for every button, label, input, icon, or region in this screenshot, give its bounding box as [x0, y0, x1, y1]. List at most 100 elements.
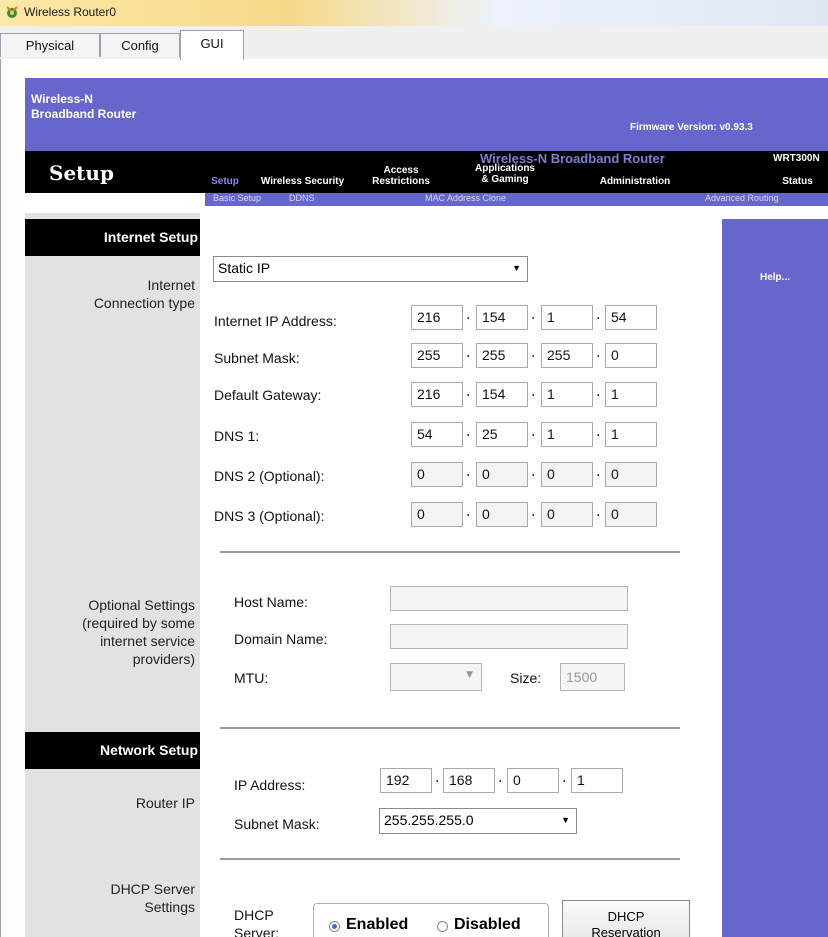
ip-octet-input[interactable]: 1 — [541, 305, 593, 330]
brand-line-1: Wireless-N — [31, 92, 93, 106]
connection-type-label: Internet Connection type — [25, 276, 195, 312]
ip-dot-separator: . — [596, 504, 601, 520]
ip-octet-input[interactable]: 154 — [476, 382, 528, 407]
ip-dot-separator: . — [596, 345, 601, 361]
optional-line1: Optional Settings — [88, 597, 195, 613]
ip-octet-input[interactable]: 1 — [605, 422, 657, 447]
nav-access-line2: Restrictions — [372, 176, 430, 187]
firmware-version: Firmware Version: v0.93.3 — [630, 122, 753, 133]
ip-octet-input[interactable]: 0 — [476, 502, 528, 527]
brand-line-2: Broadband Router — [31, 107, 137, 121]
ip-octet-input[interactable]: 25 — [476, 422, 528, 447]
dhcp-disabled-label[interactable]: Disabled — [454, 916, 521, 934]
connection-type-select[interactable]: Static IP ▼ — [213, 256, 528, 282]
tab-physical[interactable]: Physical — [0, 33, 100, 57]
ip-octet-input[interactable]: 1 — [605, 382, 657, 407]
dhcp-server-settings-label: DHCP Server Settings — [25, 880, 195, 916]
ip-dot-separator: . — [466, 504, 471, 520]
router-subnet-mask-select[interactable]: 255.255.255.0 ▼ — [379, 808, 577, 834]
router-ip-octet-input[interactable]: 192 — [380, 768, 432, 793]
router-ip-octet-input[interactable]: 168 — [443, 768, 495, 793]
connection-type-value: Static IP — [218, 260, 271, 276]
ip-octet-input[interactable]: 255 — [541, 343, 593, 368]
dhcp-disabled-radio[interactable] — [437, 921, 448, 932]
dhcp-server-line1: DHCP — [234, 907, 274, 923]
router-subnet-mask-label: Subnet Mask: — [234, 816, 320, 832]
tab-config[interactable]: Config — [100, 33, 180, 57]
help-link[interactable]: Help... — [760, 272, 790, 283]
nav-apps-line2: & Gaming — [481, 174, 529, 185]
subnav-basic-setup[interactable]: Basic Setup — [213, 193, 261, 203]
subnav-advanced-routing[interactable]: Advanced Routing — [705, 193, 779, 203]
ip-octet-input[interactable]: 0 — [476, 462, 528, 487]
ip-octet-input[interactable]: 0 — [605, 502, 657, 527]
nav-applications-gaming[interactable]: Applications & Gaming — [455, 163, 555, 185]
nav-access-restrictions[interactable]: Access Restrictions — [365, 165, 437, 187]
ip-octet-input[interactable]: 54 — [411, 422, 463, 447]
size-label: Size: — [510, 670, 542, 686]
ip-octet-input[interactable]: 255 — [476, 343, 528, 368]
mtu-size-input[interactable]: 1500 — [560, 663, 625, 691]
reservation-line1: DHCP — [607, 909, 645, 924]
ip-octet-input[interactable]: 0 — [411, 462, 463, 487]
dns1-label: DNS 1: — [214, 428, 260, 444]
ip-dot-separator: . — [562, 770, 567, 786]
ip-octet-input[interactable]: 0 — [541, 462, 593, 487]
nav-setup[interactable]: Setup — [205, 176, 245, 187]
ip-octet-input[interactable]: 255 — [411, 343, 463, 368]
ip-octet-input[interactable]: 54 — [605, 305, 657, 330]
mtu-label: MTU: — [234, 670, 269, 686]
nav-wireless-security[interactable]: Wireless Security — [245, 176, 360, 187]
ip-octet-input[interactable]: 0 — [411, 502, 463, 527]
ip-octet-input[interactable]: 0 — [541, 502, 593, 527]
dns2-label: DNS 2 (Optional): — [214, 468, 325, 484]
ip-octet-input[interactable]: 216 — [411, 382, 463, 407]
ip-octet-input[interactable]: 0 — [605, 462, 657, 487]
domain-name-input[interactable] — [390, 624, 628, 649]
connection-label-line2: Connection type — [93, 295, 195, 311]
dhcp-server-label: DHCP Server: — [234, 906, 279, 937]
ip-octet-input[interactable]: 154 — [476, 305, 528, 330]
nav-access-line1: Access — [383, 165, 419, 176]
brand-name: Wireless-N Broadband Router — [31, 92, 136, 122]
nav-administration[interactable]: Administration — [585, 176, 685, 187]
ip-dot-separator: . — [596, 307, 601, 323]
ip-dot-separator: . — [466, 384, 471, 400]
dns3-label: DNS 3 (Optional): — [214, 508, 325, 524]
ip-dot-separator: . — [531, 345, 536, 361]
nav-status[interactable]: Status — [770, 176, 825, 187]
ip-octet-input[interactable]: 1 — [541, 382, 593, 407]
ip-octet-input[interactable]: 1 — [541, 422, 593, 447]
ip-octet-input[interactable]: 0 — [605, 343, 657, 368]
subnav-mac-clone[interactable]: MAC Address Clone — [425, 193, 506, 203]
router-ip-octet-input[interactable]: 0 — [507, 768, 559, 793]
ip-dot-separator: . — [596, 384, 601, 400]
mtu-select[interactable]: ▼ — [390, 663, 482, 691]
ip-dot-separator: . — [531, 424, 536, 440]
separator — [220, 727, 680, 729]
ip-octet-input[interactable]: 216 — [411, 305, 463, 330]
dropdown-arrow-icon: ▼ — [561, 815, 570, 825]
host-name-input[interactable] — [390, 586, 628, 611]
window-title-bar: Wireless Router0 — [0, 0, 828, 27]
ip-dot-separator: . — [531, 464, 536, 480]
ip-dot-separator: . — [596, 424, 601, 440]
internet-setup-heading: Internet Setup — [25, 219, 200, 256]
optional-line3: internet service — [100, 633, 195, 649]
ip-dot-separator: . — [435, 770, 440, 786]
dhcp-settings-line1: DHCP Server — [110, 881, 195, 897]
dhcp-enabled-radio[interactable] — [329, 921, 340, 932]
tab-gui[interactable]: GUI — [180, 30, 244, 60]
ip-dot-separator: . — [531, 307, 536, 323]
separator — [220, 858, 680, 860]
subnav-ddns[interactable]: DDNS — [289, 193, 315, 203]
router-web-page: Wireless-N Broadband Router Firmware Ver… — [25, 73, 828, 937]
connection-label-line1: Internet — [147, 277, 195, 293]
network-setup-heading: Network Setup — [25, 732, 200, 769]
ip-dot-separator: . — [596, 464, 601, 480]
internet-ip-label: Internet IP Address: — [214, 313, 337, 329]
dhcp-enabled-label[interactable]: Enabled — [346, 916, 408, 934]
router-ip-octet-input[interactable]: 1 — [571, 768, 623, 793]
dhcp-reservation-button[interactable]: DHCP Reservation — [562, 900, 690, 937]
router-subnet-mask-value: 255.255.255.0 — [384, 812, 474, 828]
